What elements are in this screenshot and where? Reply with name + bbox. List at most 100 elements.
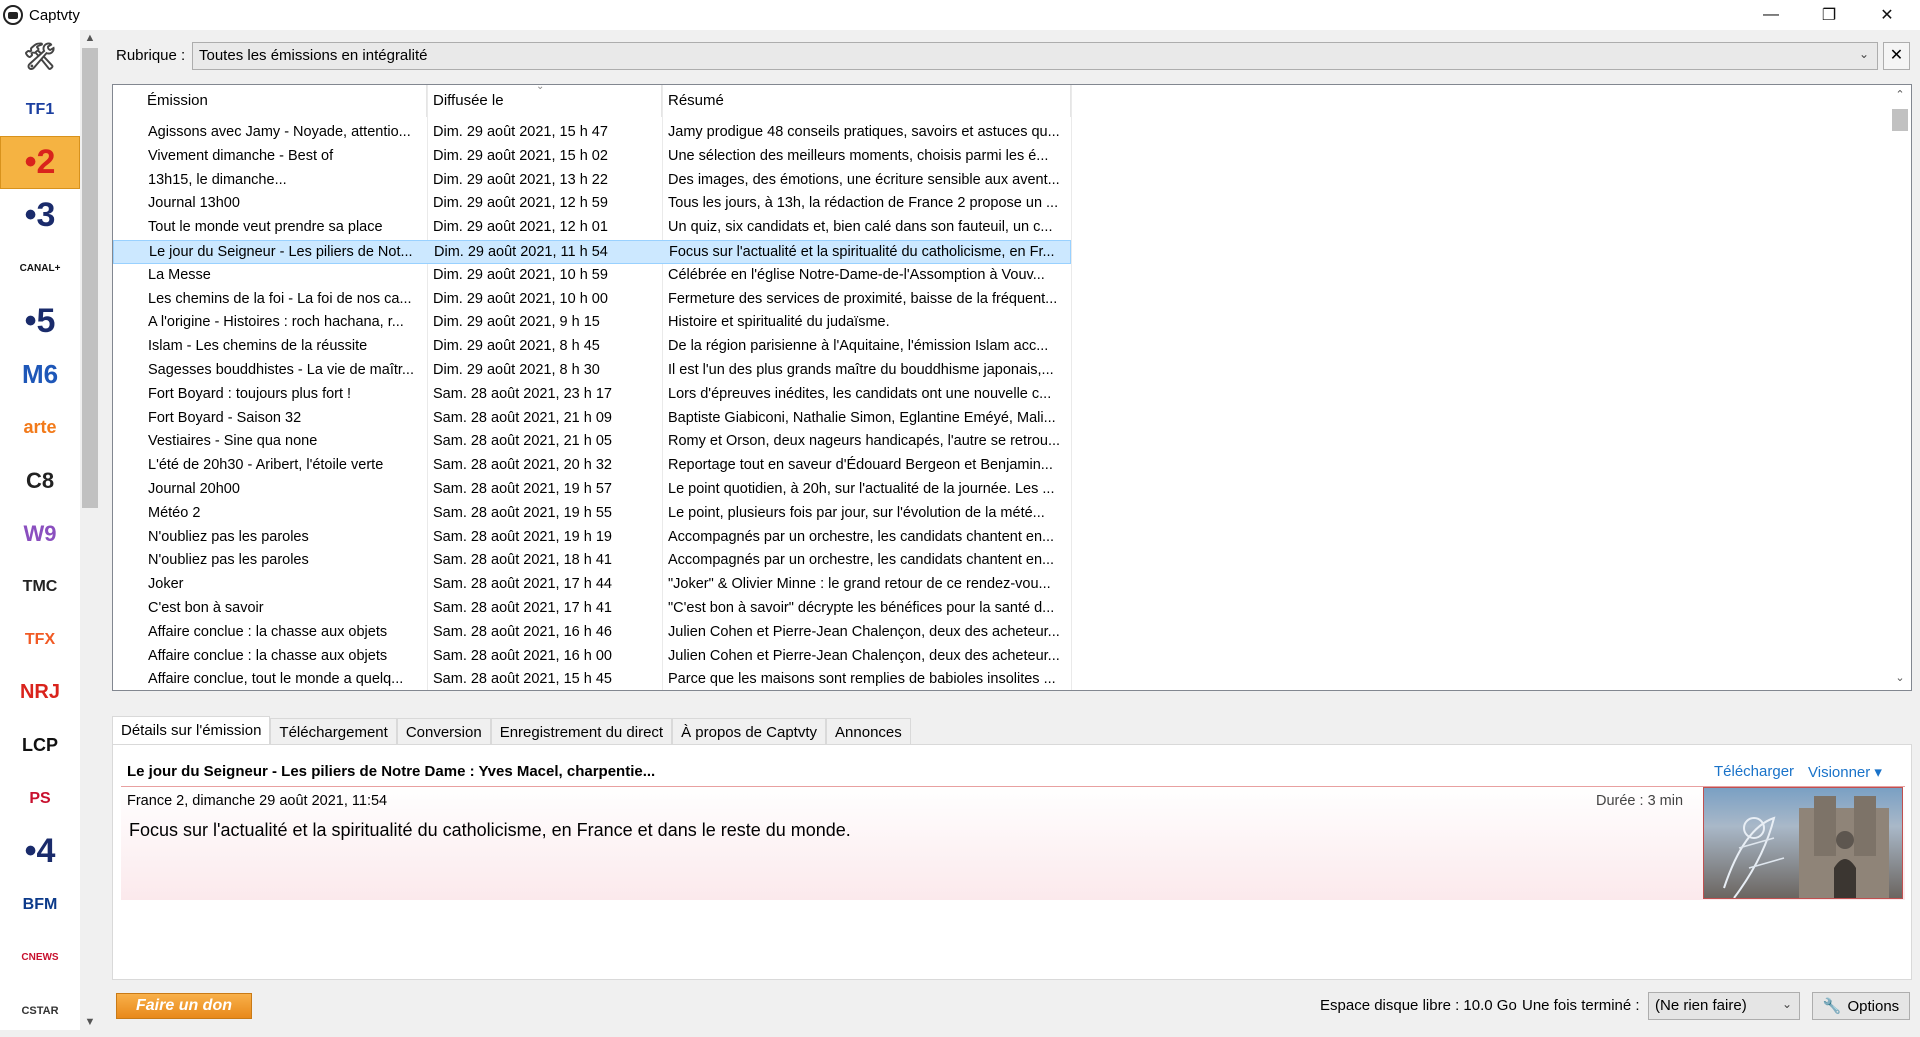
cell-resume: Tous les jours, à 13h, la rédaction de F… — [668, 195, 1059, 212]
tab-4[interactable]: À propos de Captvty — [672, 718, 827, 746]
table-row[interactable]: Islam - Les chemins de la réussite Dim. 2… — [113, 335, 1071, 359]
cell-resume: Un quiz, six candidats et, bien calé dan… — [668, 219, 1053, 236]
cell-diffusee: Dim. 29 août 2021, 12 h 59 — [433, 195, 608, 212]
column-header-resume[interactable]: Résumé — [662, 85, 1071, 117]
table-row[interactable]: Le jour du Seigneur - Les piliers de Not… — [113, 240, 1071, 264]
table-row[interactable]: Vivement dimanche - Best of Dim. 29 août … — [113, 145, 1071, 169]
channel-tmc[interactable]: TMC — [0, 560, 80, 613]
column-header-emission[interactable]: Émission — [113, 85, 427, 117]
channel-logo-c8: C8 — [25, 467, 55, 493]
channel-france-5[interactable]: •5 — [0, 295, 80, 348]
detail-tabs: Détails sur l'émission Téléchargement Conv… — [112, 716, 911, 746]
table-row[interactable]: N'oubliez pas les paroles Sam. 28 août 20… — [113, 549, 1071, 573]
channel-tf1[interactable]: TF1 — [0, 83, 80, 136]
channel-cstar[interactable]: CSTAR — [0, 984, 80, 1037]
cell-emission: Journal 20h00 — [148, 481, 240, 497]
table-scroll-thumb[interactable] — [1892, 109, 1908, 131]
channel-canal-plus[interactable]: CANAL+ — [0, 242, 80, 295]
cell-emission: L'été de 20h30 - Aribert, l'étoile verte — [148, 457, 384, 474]
channel-france-2[interactable]: •2 — [0, 136, 80, 189]
table-row[interactable]: Sagesses bouddhistes - La vie de maîtr..… — [113, 359, 1071, 383]
options-button[interactable]: 🔧 Options — [1812, 992, 1910, 1020]
table-row[interactable]: Affaire conclue : la chasse aux objets Sa… — [113, 621, 1071, 645]
table-row[interactable]: C'est bon à savoir Sam. 28 août 2021, 17 … — [113, 597, 1071, 621]
cell-diffusee: Dim. 29 août 2021, 15 h 02 — [433, 147, 608, 164]
cell-emission: N'oubliez pas les paroles — [148, 528, 309, 545]
download-link[interactable]: Télécharger — [1714, 763, 1794, 780]
channel-logo-w9: W9 — [23, 520, 57, 546]
channel-arte[interactable]: arte — [0, 401, 80, 454]
minimize-button[interactable]: — — [1742, 0, 1800, 30]
table-row[interactable]: Journal 13h00 Dim. 29 août 2021, 12 h 59 T… — [113, 192, 1071, 216]
cell-resume: Accompagnés par un orchestre, les candid… — [668, 552, 1055, 569]
tab-5[interactable]: Annonces — [826, 718, 911, 746]
channel-tfx[interactable]: TFX — [0, 613, 80, 666]
scroll-down-arrow-icon[interactable]: ⌄ — [1891, 670, 1909, 686]
channel-m6[interactable]: M6 — [0, 348, 80, 401]
table-row[interactable]: Vestiaires - Sine qua none Sam. 28 août 2… — [113, 430, 1071, 454]
cell-resume: Jamy prodigue 48 conseils pratiques, sav… — [668, 124, 1060, 140]
channel-logo-tfx: TFX — [24, 630, 56, 648]
table-row[interactable]: Fort Boyard : toujours plus fort ! Sam. 2… — [113, 383, 1071, 407]
table-row[interactable]: Les chemins de la foi - La foi de nos ca… — [113, 288, 1071, 312]
channel-public-senat[interactable]: PS — [0, 772, 80, 825]
cell-emission: Agissons avec Jamy - Noyade, attentio... — [148, 124, 411, 140]
clear-rubrique-button[interactable]: ✕ — [1883, 42, 1910, 70]
cell-emission: Journal 13h00 — [148, 195, 240, 212]
scroll-down-arrow-icon[interactable]: ▼ — [80, 1014, 100, 1030]
table-row[interactable]: Journal 20h00 Sam. 28 août 2021, 19 h 57 L… — [113, 478, 1071, 502]
channel-tool-icon[interactable]: 🛠 — [0, 30, 80, 83]
channel-france-3[interactable]: •3 — [0, 189, 80, 242]
watch-link[interactable]: Visionner ▾ — [1808, 763, 1882, 781]
channel-scroll-thumb[interactable] — [82, 48, 98, 508]
maximize-button[interactable]: ❐ — [1800, 0, 1858, 30]
after-finish-dropdown[interactable]: (Ne rien faire) ⌄ — [1648, 992, 1800, 1020]
table-row[interactable]: Joker Sam. 28 août 2021, 17 h 44 "Joker" &… — [113, 573, 1071, 597]
cell-resume: Julien Cohen et Pierre-Jean Chalençon, d… — [668, 647, 1060, 664]
channel-logo-bfmtv: BFM — [22, 895, 58, 913]
channel-logo-france-5: •5 — [24, 302, 56, 340]
donate-button[interactable]: Faire un don — [116, 993, 252, 1019]
tab-3[interactable]: Enregistrement du direct — [490, 718, 673, 746]
column-header-diffusee[interactable]: Diffusée le — [427, 85, 662, 117]
tab-1[interactable]: Téléchargement — [270, 718, 397, 746]
tab-2[interactable]: Conversion — [396, 718, 491, 746]
channel-france-4[interactable]: •4 — [0, 825, 80, 878]
channel-logo-m6: M6 — [21, 359, 59, 389]
channel-logo-public-senat: PS — [29, 789, 51, 807]
cell-diffusee: Sam. 28 août 2021, 19 h 55 — [433, 504, 612, 521]
table-row[interactable]: Affaire conclue : la chasse aux objets Sa… — [113, 645, 1071, 669]
rubrique-label: Rubrique : — [116, 47, 186, 64]
program-thumbnail[interactable] — [1703, 787, 1903, 899]
channel-bfmtv[interactable]: BFM — [0, 878, 80, 931]
channel-cnews[interactable]: CNEWS — [0, 931, 80, 984]
cell-diffusee: Dim. 29 août 2021, 11 h 54 — [434, 244, 608, 260]
channel-c8[interactable]: C8 — [0, 454, 80, 507]
channel-nrj12[interactable]: NRJ — [0, 666, 80, 719]
close-window-button[interactable]: ✕ — [1858, 0, 1916, 30]
table-row[interactable]: Météo 2 Sam. 28 août 2021, 19 h 55 Le poin… — [113, 502, 1071, 526]
table-row[interactable]: N'oubliez pas les paroles Sam. 28 août 20… — [113, 526, 1071, 550]
channel-w9[interactable]: W9 — [0, 507, 80, 560]
duration-label: Durée : 3 min — [1596, 793, 1684, 809]
table-row[interactable]: La Messe Dim. 29 août 2021, 10 h 59 Célébr… — [113, 264, 1071, 288]
cell-resume: Lors d'épreuves inédites, les candidats … — [668, 385, 1052, 402]
rubrique-dropdown[interactable]: Toutes les émissions en intégralité ⌄ — [192, 42, 1878, 70]
cell-diffusee: Sam. 28 août 2021, 20 h 32 — [433, 457, 612, 474]
table-row[interactable]: L'été de 20h30 - Aribert, l'étoile verte… — [113, 454, 1071, 478]
cell-diffusee: Sam. 28 août 2021, 23 h 17 — [433, 385, 612, 402]
channel-lcp[interactable]: LCP — [0, 719, 80, 772]
table-row[interactable]: A l'origine - Histoires : roch hachana, … — [113, 311, 1071, 335]
table-row[interactable]: Tout le monde veut prendre sa place Dim. … — [113, 216, 1071, 240]
cell-emission: Affaire conclue : la chasse aux objets — [148, 647, 388, 664]
table-row[interactable]: 13h15, le dimanche... Dim. 29 août 2021, … — [113, 169, 1071, 193]
table-row[interactable]: Affaire conclue, tout le monde a quelq..… — [113, 668, 1071, 690]
table-row[interactable]: Agissons avec Jamy - Noyade, attentio...… — [113, 121, 1071, 145]
table-row[interactable]: Fort Boyard - Saison 32 Sam. 28 août 2021… — [113, 407, 1071, 431]
channel-scrollbar[interactable]: ▲ ▼ — [80, 30, 100, 1030]
channel-logo-tf1: TF1 — [25, 100, 55, 118]
table-scrollbar[interactable]: ⌃ ⌄ — [1889, 85, 1911, 690]
tab-0[interactable]: Détails sur l'émission — [112, 716, 271, 746]
scroll-up-arrow-icon[interactable]: ⌃ — [1891, 87, 1909, 103]
scroll-up-arrow-icon[interactable]: ▲ — [80, 30, 100, 46]
